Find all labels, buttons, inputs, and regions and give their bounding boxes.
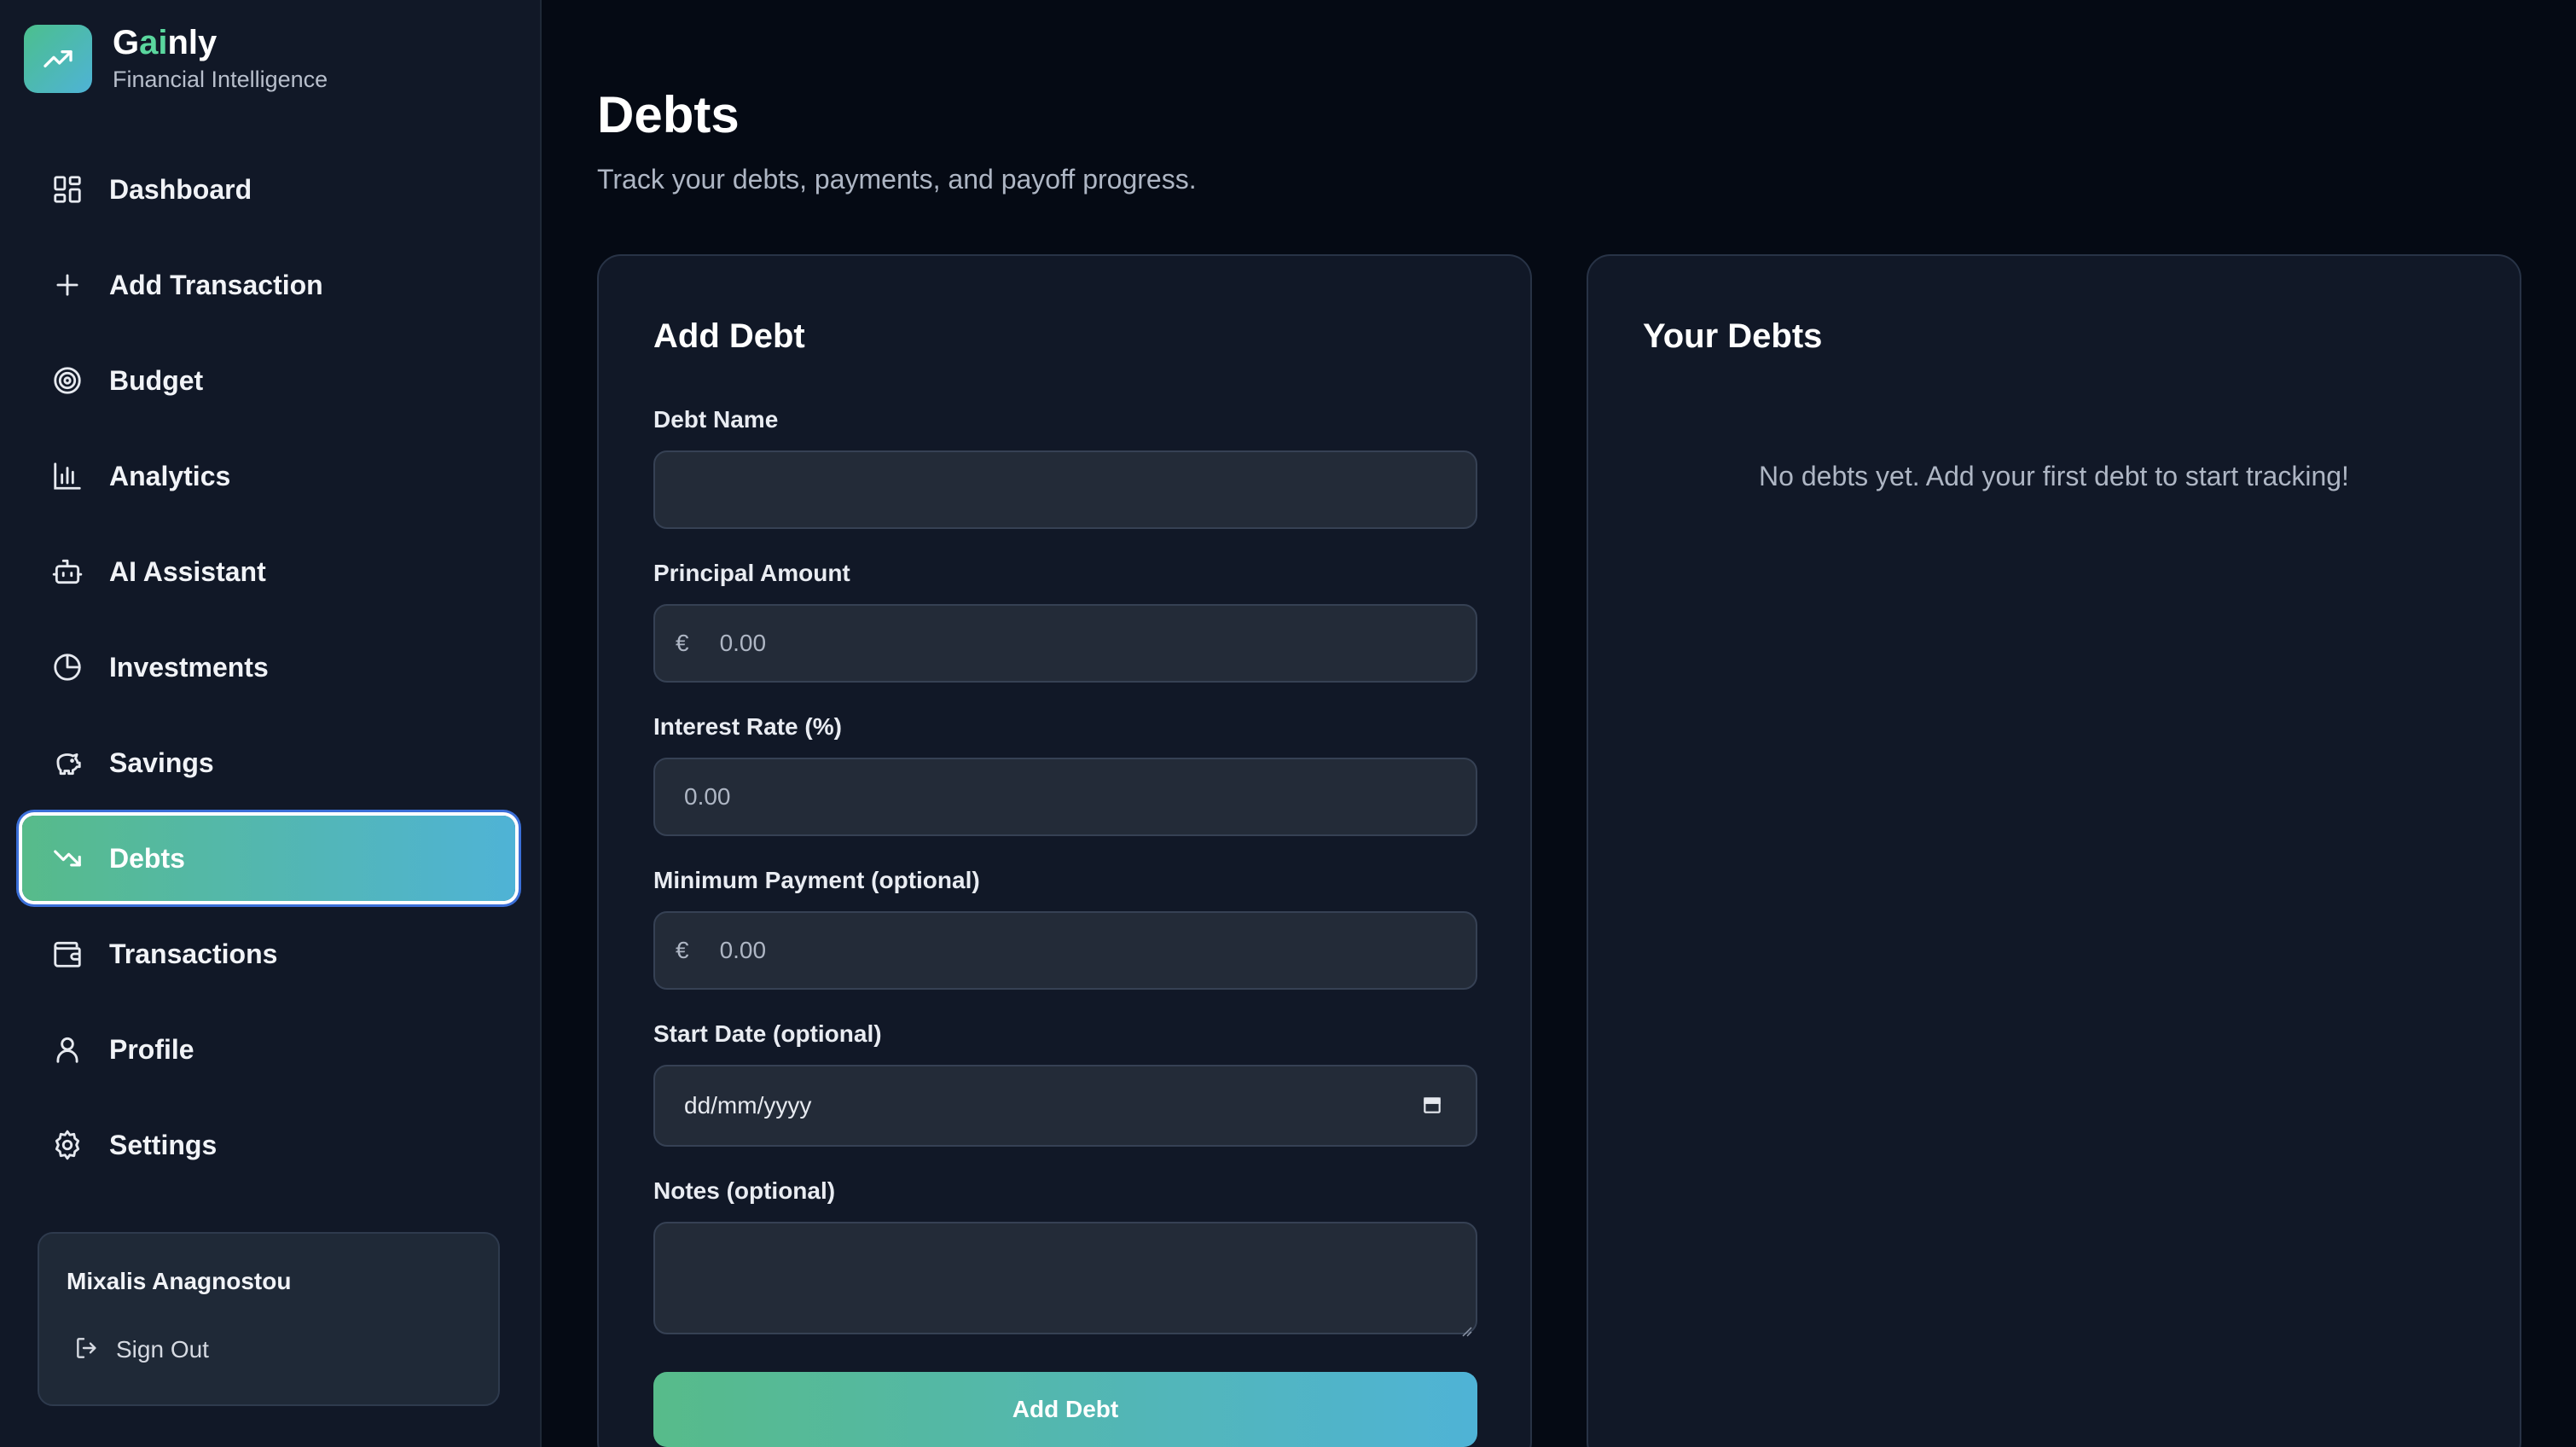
user-card: Mixalis Anagnostou Sign Out [38, 1232, 500, 1406]
bot-icon [51, 555, 84, 588]
sidebar-item-investments[interactable]: Investments [22, 625, 515, 710]
minimum-payment-placeholder: 0.00 [719, 937, 767, 963]
notes-label: Notes (optional) [653, 1177, 836, 1204]
add-debt-button[interactable]: Add Debt [653, 1372, 1477, 1447]
log-out-icon [73, 1334, 101, 1366]
user-icon [51, 1033, 84, 1066]
sidebar-item-profile[interactable]: Profile [22, 1007, 515, 1092]
sidebar-item-label: Analytics [109, 460, 231, 491]
euro-prefix: € [676, 630, 689, 656]
trending-up-icon [24, 24, 92, 93]
interest-rate-placeholder: 0.00 [684, 783, 731, 810]
debt-name-input[interactable] [653, 450, 1477, 529]
euro-prefix: € [676, 937, 689, 963]
sidebar-item-label: Dashboard [109, 173, 252, 205]
your-debts-card: Your Debts No debts yet. Add your first … [1587, 254, 2521, 1447]
sidebar-item-transactions[interactable]: Transactions [22, 911, 515, 997]
sidebar-item-analytics[interactable]: Analytics [22, 433, 515, 519]
sidebar-item-debts[interactable]: Debts [22, 816, 515, 901]
wallet-icon [51, 938, 84, 970]
user-name: Mixalis Anagnostou [67, 1268, 292, 1294]
interest-rate-label: Interest Rate (%) [653, 713, 842, 740]
bar-chart-icon [51, 460, 84, 492]
minimum-payment-label: Minimum Payment (optional) [653, 867, 980, 893]
sidebar-item-budget[interactable]: Budget [22, 338, 515, 423]
calendar-icon[interactable] [1421, 1094, 1443, 1122]
sidebar-item-savings[interactable]: Savings [22, 720, 515, 805]
sidebar-item-dashboard[interactable]: Dashboard [22, 147, 515, 232]
sidebar-item-label: Settings [109, 1129, 218, 1160]
plus-icon [51, 269, 84, 301]
start-date-placeholder: dd/mm/yyyy [684, 1092, 812, 1119]
minimum-payment-input[interactable]: € 0.00 [653, 911, 1477, 990]
principal-amount-input[interactable]: € 0.00 [653, 604, 1477, 683]
empty-state-message: No debts yet. Add your first debt to sta… [1759, 461, 2349, 491]
trending-down-icon [51, 842, 84, 875]
brand[interactable]: Gainly Financial Intelligence [24, 24, 328, 93]
gear-icon [51, 1129, 84, 1161]
brand-subtitle: Financial Intelligence [113, 67, 328, 92]
sidebar-item-label: Investments [109, 651, 269, 683]
principal-amount-placeholder: 0.00 [719, 630, 767, 656]
resize-handle-icon[interactable] [1459, 1316, 1472, 1337]
brand-name: Gainly [113, 24, 218, 61]
notes-textarea[interactable] [653, 1222, 1477, 1337]
sidebar-nav: Dashboard Add Transaction Budget Analyti… [22, 147, 515, 1198]
sidebar-item-label: Debts [109, 842, 185, 874]
your-debts-title: Your Debts [1643, 317, 1823, 355]
layout-grid-icon [51, 173, 84, 206]
principal-amount-label: Principal Amount [653, 560, 850, 586]
add-debt-card: Add Debt Debt Name Principal Amount € 0.… [597, 254, 1532, 1447]
start-date-input[interactable]: dd/mm/yyyy [653, 1065, 1477, 1147]
piggy-bank-icon [51, 747, 84, 779]
sidebar-item-label: AI Assistant [109, 555, 266, 587]
target-icon [51, 364, 84, 397]
sign-out-button[interactable]: Sign Out [73, 1329, 209, 1370]
page-title: Debts [597, 86, 740, 143]
sidebar-item-settings[interactable]: Settings [22, 1102, 515, 1188]
sign-out-label: Sign Out [116, 1336, 209, 1363]
main-content: Debts Track your debts, payments, and pa… [542, 0, 2576, 1447]
debt-name-label: Debt Name [653, 406, 779, 433]
page-subtitle: Track your debts, payments, and payoff p… [597, 164, 1197, 195]
pie-chart-icon [51, 651, 84, 683]
app-root: Gainly Financial Intelligence Dashboard [0, 0, 2576, 1447]
sidebar-item-label: Add Transaction [109, 269, 323, 300]
sidebar-item-ai-assistant[interactable]: AI Assistant [22, 529, 515, 614]
add-debt-title: Add Debt [653, 317, 805, 355]
sidebar-item-label: Transactions [109, 938, 278, 969]
sidebar-item-label: Profile [109, 1033, 194, 1065]
interest-rate-input[interactable]: 0.00 [653, 758, 1477, 836]
sidebar-item-label: Budget [109, 364, 204, 396]
start-date-label: Start Date (optional) [653, 1020, 882, 1047]
sidebar-item-add-transaction[interactable]: Add Transaction [22, 242, 515, 328]
sidebar-item-label: Savings [109, 747, 214, 778]
sidebar: Gainly Financial Intelligence Dashboard [0, 0, 542, 1447]
